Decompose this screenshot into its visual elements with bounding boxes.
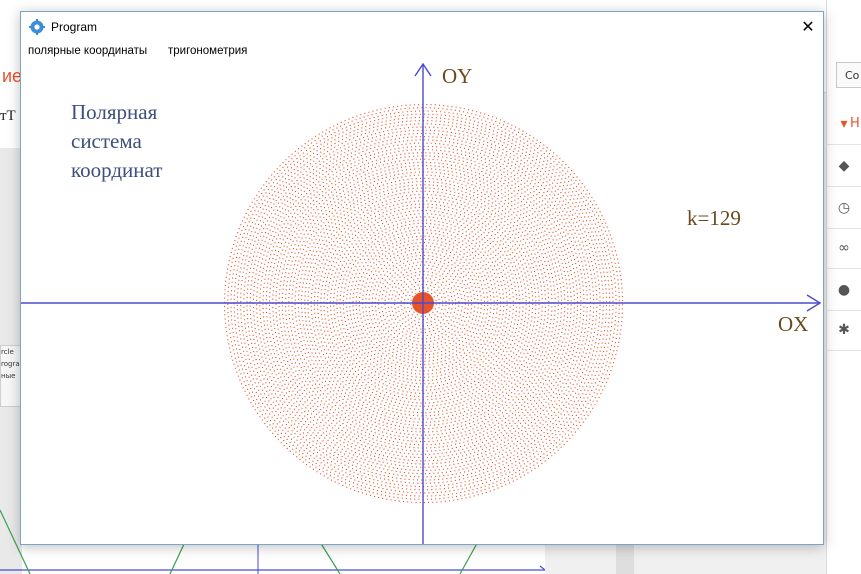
side-item-text: Н [850, 116, 860, 131]
menu-trigonometry[interactable]: тригонометрия [168, 45, 247, 57]
menu-polar-coordinates[interactable]: полярные координаты [28, 45, 147, 57]
clock-icon: ◷ [837, 200, 851, 216]
plot-heading: Полярная система координат [71, 98, 162, 185]
k-value-label: k=129 [687, 206, 741, 230]
background-button[interactable]: Со [836, 62, 861, 88]
background-scrollbar[interactable] [616, 545, 634, 574]
y-axis-label: OY [442, 64, 473, 88]
program-window: Program ✕ полярные координаты тригономет… [20, 11, 824, 545]
gear-icon [29, 19, 45, 35]
heading-line: Полярная [71, 100, 158, 124]
link-icon: ∞ [838, 240, 850, 256]
title-bar[interactable]: Program ✕ [21, 12, 823, 42]
background-side-item[interactable]: ▾ Н [826, 104, 861, 145]
window-title: Program [51, 20, 98, 34]
background-side-item[interactable]: ◷ [826, 188, 861, 229]
background-side-item[interactable]: ✱ [826, 310, 861, 351]
heading-line: система [71, 129, 142, 153]
background-side-item[interactable]: ◆ [826, 146, 861, 187]
background-toolbar-text: тТ [0, 108, 16, 124]
close-button[interactable]: ✕ [793, 12, 823, 42]
background-side-item[interactable]: ∞ [826, 228, 861, 269]
background-app-toolbar: тТ [0, 98, 22, 149]
plot-canvas: Полярная система координат k=129 OX OY [21, 62, 823, 544]
menu-bar: полярные координаты тригонометрия [21, 42, 823, 62]
tag-icon: ◆ [838, 158, 850, 174]
x-axis-label: OX [778, 312, 809, 336]
heading-line: координат [71, 158, 163, 182]
background-side-item[interactable]: ● [826, 270, 861, 311]
gear-icon: ✱ [838, 322, 850, 338]
location-pin-icon: ● [837, 282, 851, 298]
